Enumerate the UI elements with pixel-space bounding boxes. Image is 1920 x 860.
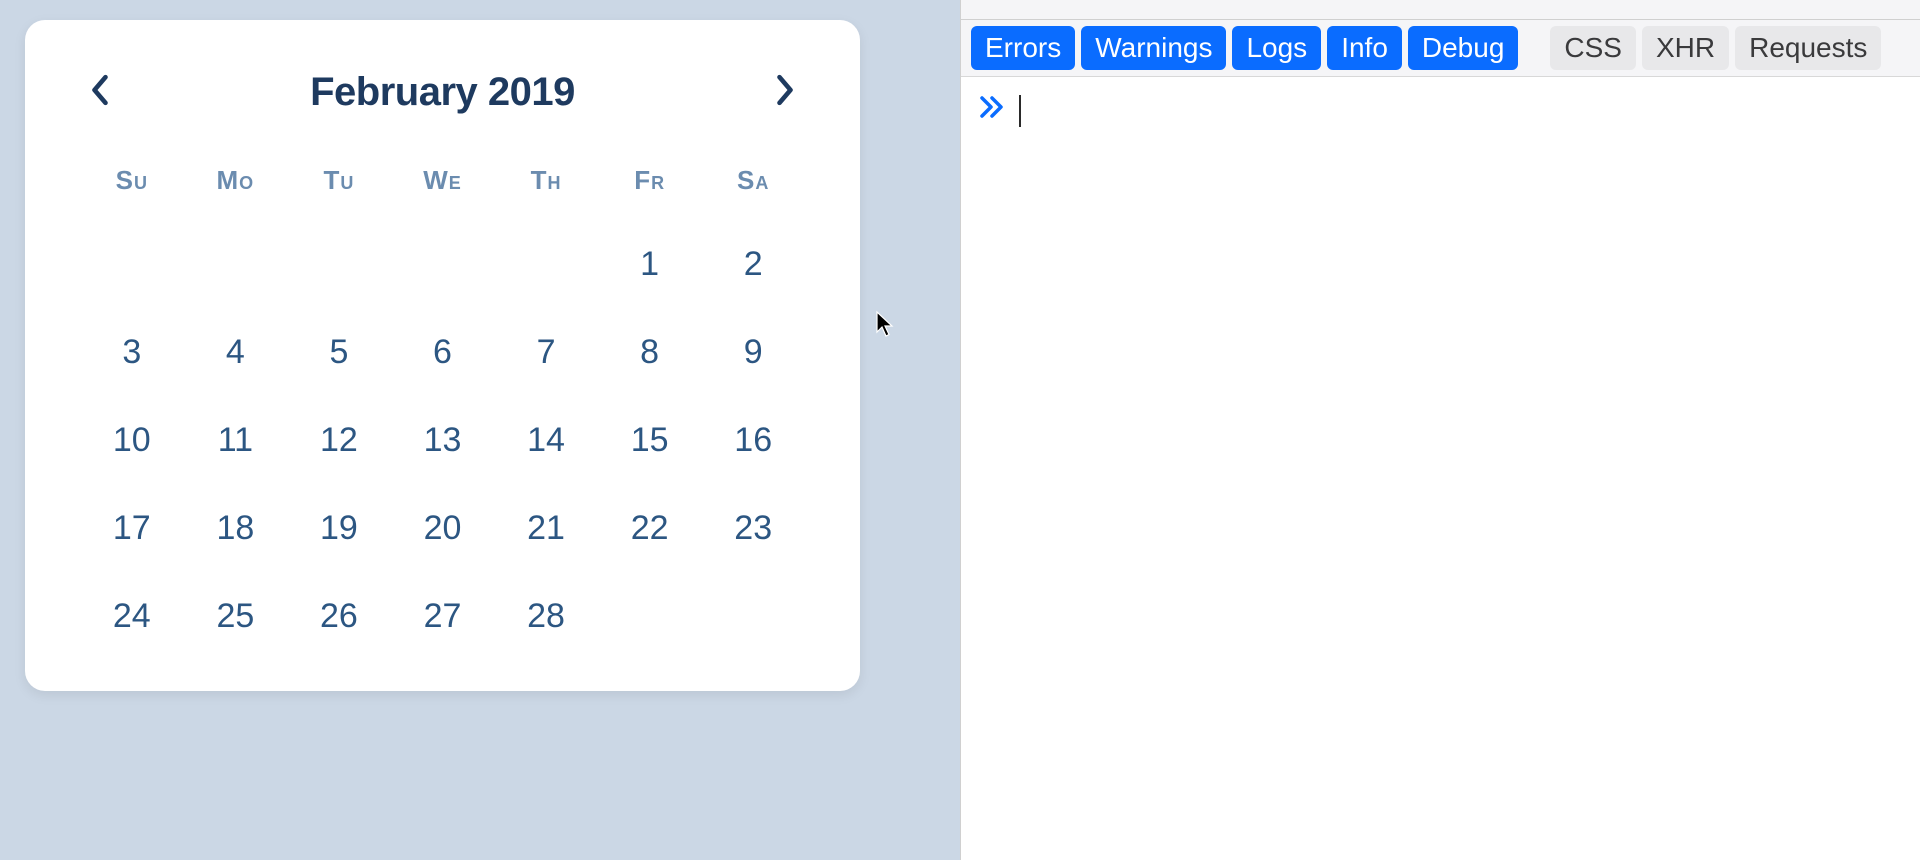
day-header-mo: Mo (184, 165, 288, 196)
next-month-button[interactable] (765, 73, 805, 113)
console-input-area[interactable] (961, 77, 1920, 860)
day-cell[interactable]: 5 (287, 332, 391, 372)
day-cell-empty (701, 596, 805, 636)
filter-requests-button[interactable]: Requests (1735, 26, 1881, 70)
day-cell[interactable]: 8 (598, 332, 702, 372)
filter-warnings-button[interactable]: Warnings (1081, 26, 1226, 70)
devtools-toolbar-strip (961, 0, 1920, 20)
console-prompt-icon (979, 95, 1005, 119)
day-cell[interactable]: 10 (80, 420, 184, 460)
day-cell[interactable]: 4 (184, 332, 288, 372)
filter-xhr-button[interactable]: XHR (1642, 26, 1729, 70)
day-cell-empty (598, 596, 702, 636)
day-cell[interactable]: 13 (391, 420, 495, 460)
day-header-fr: Fr (598, 165, 702, 196)
day-header-su: Su (80, 165, 184, 196)
day-cell[interactable]: 2 (701, 244, 805, 284)
day-header-we: We (391, 165, 495, 196)
day-cell[interactable]: 12 (287, 420, 391, 460)
day-cell[interactable]: 17 (80, 508, 184, 548)
filter-logs-button[interactable]: Logs (1232, 26, 1321, 70)
day-cell-empty (287, 244, 391, 284)
month-year-label: February 2019 (310, 70, 575, 115)
filter-info-button[interactable]: Info (1327, 26, 1402, 70)
day-cell[interactable]: 3 (80, 332, 184, 372)
day-cell[interactable]: 6 (391, 332, 495, 372)
day-cell[interactable]: 22 (598, 508, 702, 548)
chevron-left-icon (89, 72, 111, 113)
day-cell-empty (184, 244, 288, 284)
day-header-th: Th (494, 165, 598, 196)
day-cell-empty (80, 244, 184, 284)
mouse-cursor-icon (875, 310, 895, 343)
filter-errors-button[interactable]: Errors (971, 26, 1075, 70)
prev-month-button[interactable] (80, 73, 120, 113)
day-cell[interactable]: 24 (80, 596, 184, 636)
day-cell[interactable]: 18 (184, 508, 288, 548)
text-cursor (1019, 95, 1021, 127)
day-cell[interactable]: 7 (494, 332, 598, 372)
day-cell[interactable]: 1 (598, 244, 702, 284)
day-cell-empty (391, 244, 495, 284)
day-cell-empty (494, 244, 598, 284)
day-cell[interactable]: 20 (391, 508, 495, 548)
day-header-tu: Tu (287, 165, 391, 196)
app-preview-pane: February 2019 Su Mo Tu We Th Fr Sa (0, 0, 960, 860)
day-cell[interactable]: 19 (287, 508, 391, 548)
calendar-header: February 2019 (80, 70, 805, 115)
day-cell[interactable]: 9 (701, 332, 805, 372)
day-cell[interactable]: 25 (184, 596, 288, 636)
filter-css-button[interactable]: CSS (1550, 26, 1636, 70)
day-cell[interactable]: 21 (494, 508, 598, 548)
day-cell[interactable]: 14 (494, 420, 598, 460)
calendar-widget: February 2019 Su Mo Tu We Th Fr Sa (25, 20, 860, 691)
filter-debug-button[interactable]: Debug (1408, 26, 1519, 70)
day-cell[interactable]: 11 (184, 420, 288, 460)
day-cell[interactable]: 26 (287, 596, 391, 636)
day-cell[interactable]: 23 (701, 508, 805, 548)
day-cell[interactable]: 15 (598, 420, 702, 460)
calendar-grid: Su Mo Tu We Th Fr Sa 1 2 3 4 5 6 7 8 9 1… (80, 165, 805, 636)
day-header-sa: Sa (701, 165, 805, 196)
devtools-pane: Errors Warnings Logs Info Debug CSS XHR … (960, 0, 1920, 860)
day-cell[interactable]: 16 (701, 420, 805, 460)
chevron-right-icon (774, 72, 796, 113)
day-cell[interactable]: 28 (494, 596, 598, 636)
day-cell[interactable]: 27 (391, 596, 495, 636)
console-filter-bar: Errors Warnings Logs Info Debug CSS XHR … (961, 20, 1920, 77)
